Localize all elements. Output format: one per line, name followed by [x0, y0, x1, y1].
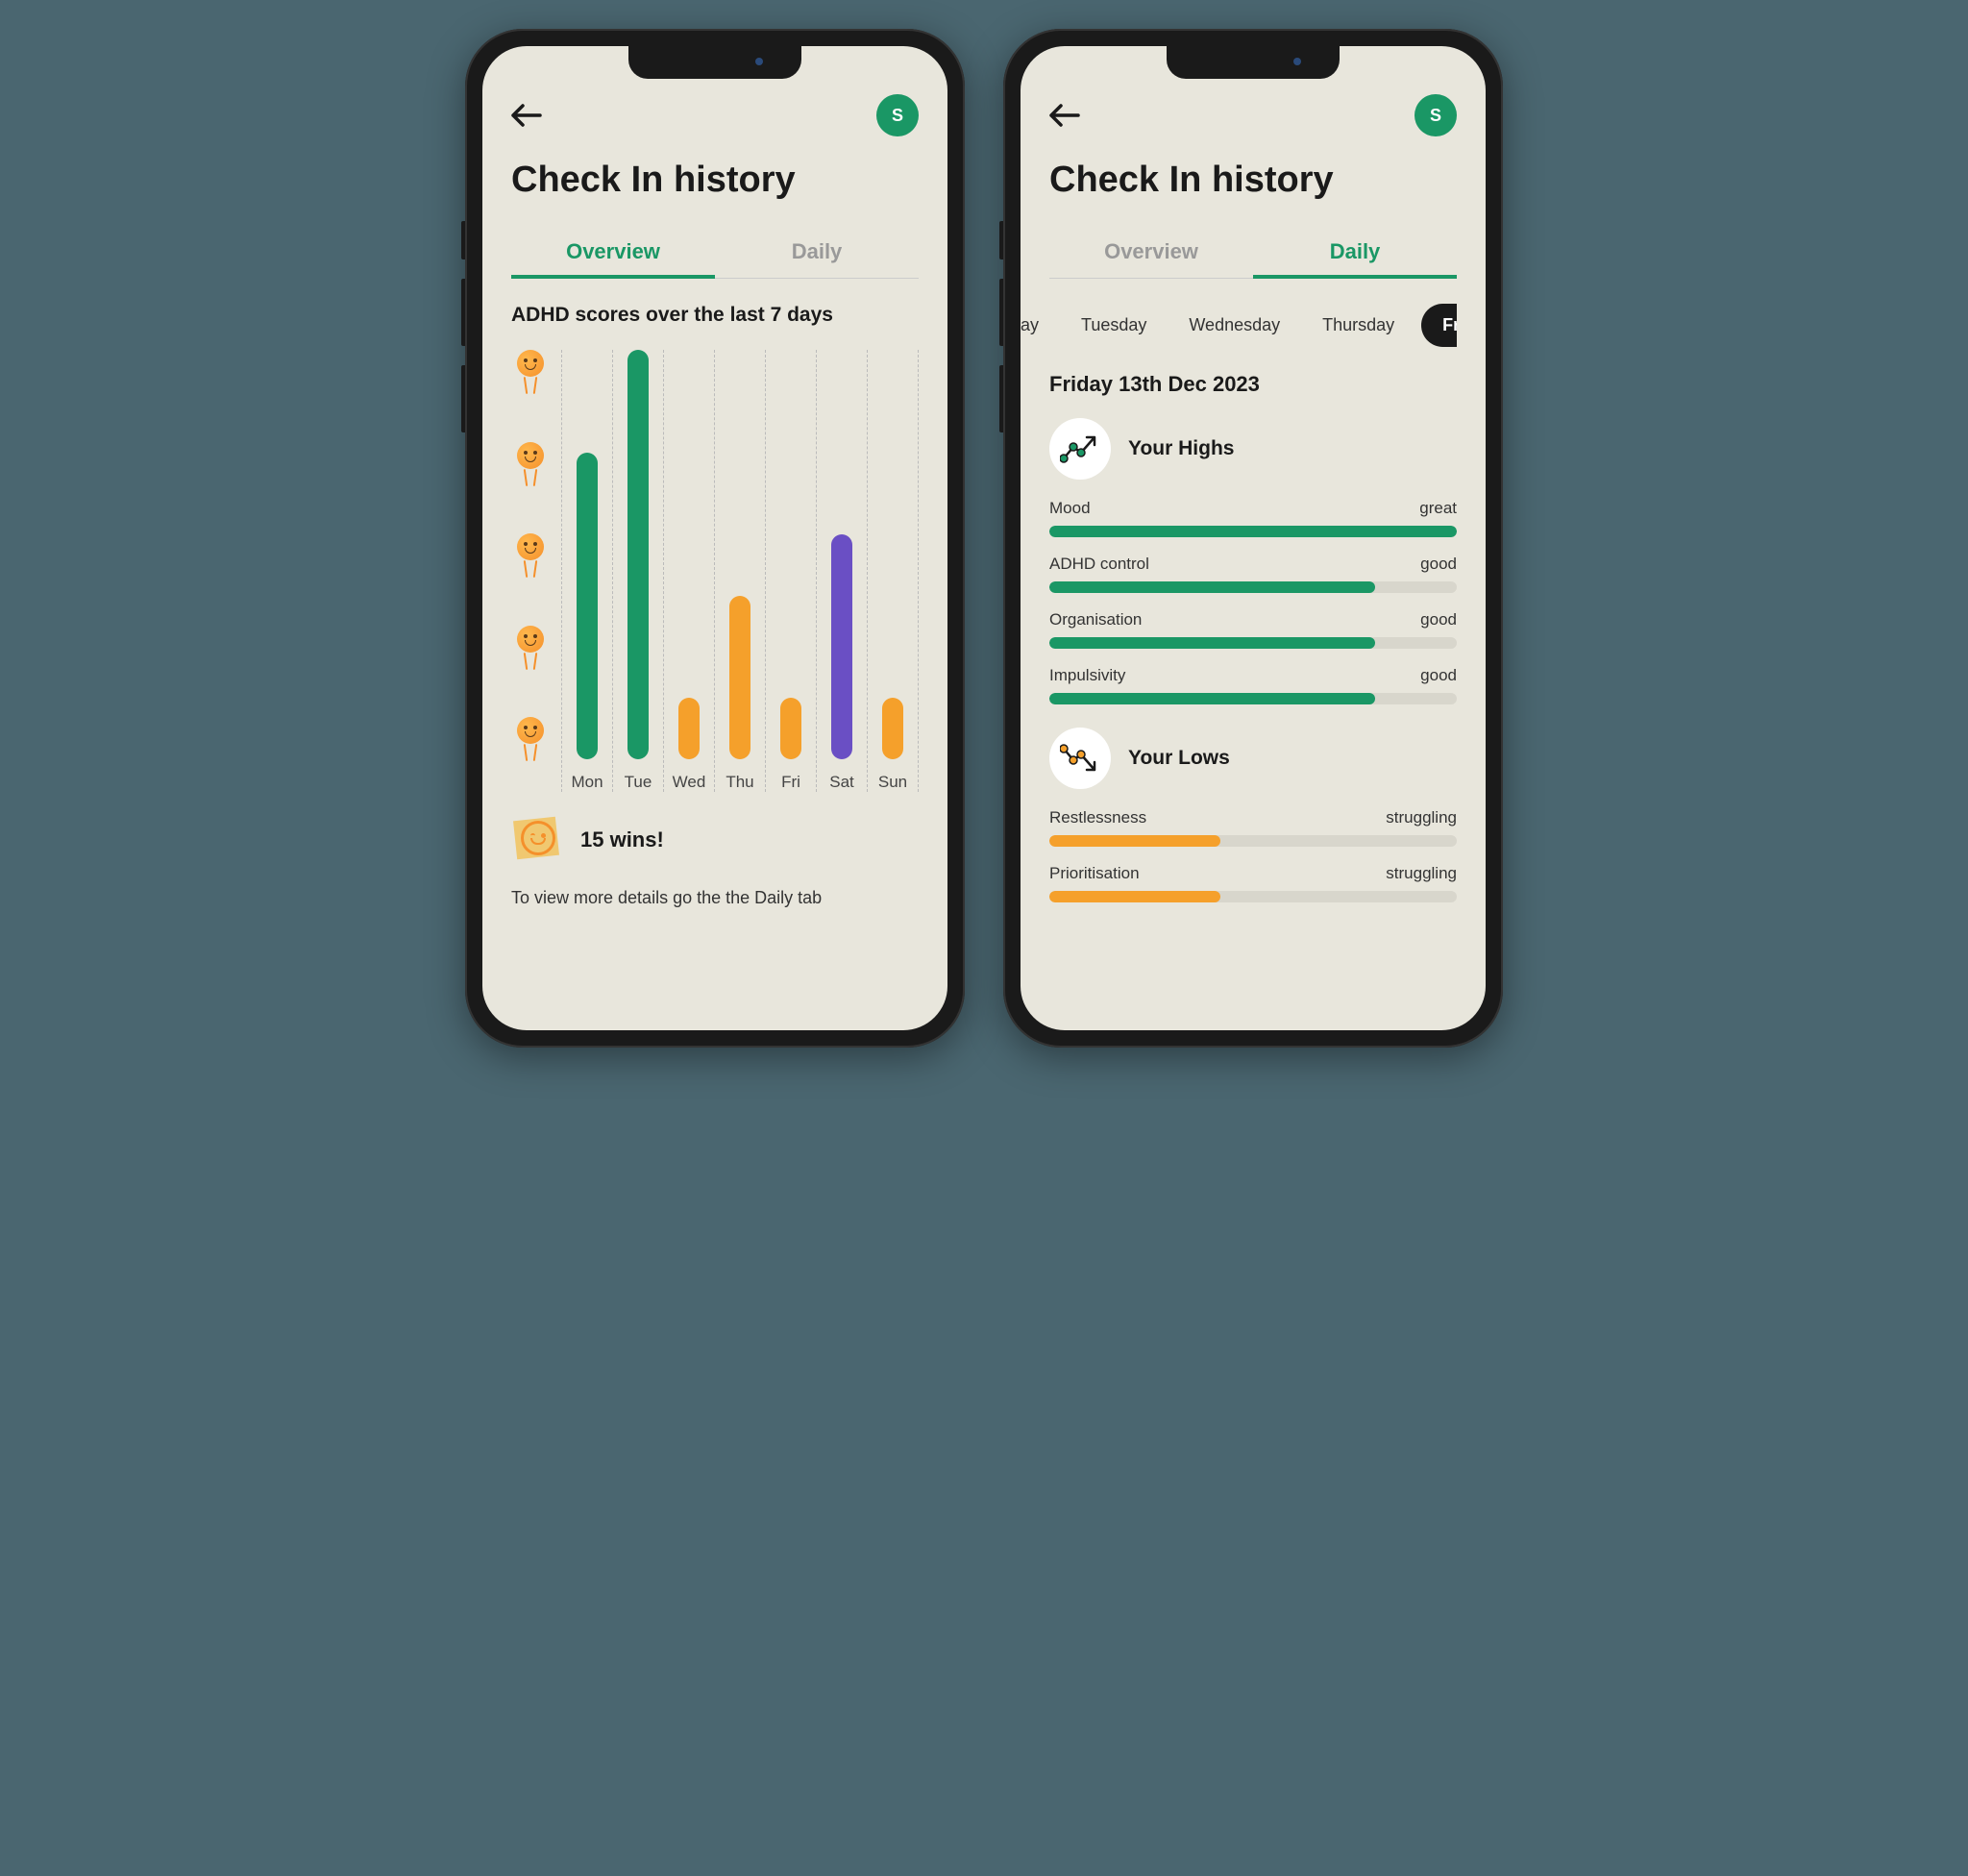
bar-label: Sun	[878, 765, 907, 792]
back-arrow-icon[interactable]	[511, 104, 542, 127]
avatar[interactable]: S	[1414, 94, 1457, 136]
bar	[678, 698, 700, 759]
mood-emoji-icon	[511, 442, 550, 488]
bar-label: Thu	[726, 765, 753, 792]
metric-row: Impulsivity good	[1049, 666, 1457, 704]
progress-fill	[1049, 581, 1375, 593]
tabs: Overview Daily	[511, 230, 919, 279]
metric-value: struggling	[1386, 808, 1457, 827]
bar-label: Tue	[625, 765, 652, 792]
header: S	[511, 94, 919, 136]
metric-name: ADHD control	[1049, 555, 1149, 574]
highs-list: Mood great ADHD control good Organisation goo…	[1049, 499, 1457, 704]
page-title: Check In history	[1049, 160, 1457, 201]
bar-label: Fri	[781, 765, 800, 792]
hint-text: To view more details go the the Daily ta…	[511, 888, 919, 908]
metric-name: Prioritisation	[1049, 864, 1140, 883]
metric-name: Restlessness	[1049, 808, 1146, 827]
metric-value: struggling	[1386, 864, 1457, 883]
phone-frame-overview: S Check In history Overview Daily ADHD s…	[465, 29, 965, 1048]
day-chip[interactable]: Wednesday	[1173, 306, 1295, 345]
day-chip[interactable]: Tuesday	[1066, 306, 1162, 345]
device-notch	[628, 46, 801, 79]
mood-emoji-icon	[511, 533, 550, 580]
page-title: Check In history	[511, 160, 919, 201]
progress-track	[1049, 835, 1457, 847]
phone-frame-daily: S Check In history Overview Daily ay Tues…	[1003, 29, 1503, 1048]
chart-bars: Mon Tue Wed Thu Fri Sat Sun	[561, 350, 919, 792]
progress-fill	[1049, 637, 1375, 649]
wins-row: 15 wins!	[511, 813, 919, 867]
progress-track	[1049, 637, 1457, 649]
bar	[831, 534, 852, 759]
metric-row: Mood great	[1049, 499, 1457, 537]
metric-row: Restlessness struggling	[1049, 808, 1457, 847]
bar	[882, 698, 903, 759]
progress-fill	[1049, 693, 1375, 704]
date-heading: Friday 13th Dec 2023	[1049, 372, 1457, 397]
lows-label: Your Lows	[1128, 747, 1230, 770]
lows-list: Restlessness struggling Prioritisation stru…	[1049, 808, 1457, 902]
progress-track	[1049, 891, 1457, 902]
bar	[627, 350, 649, 759]
metric-row: Prioritisation struggling	[1049, 864, 1457, 902]
metric-value: good	[1420, 666, 1457, 685]
metric-value: good	[1420, 555, 1457, 574]
bar-slot: Tue	[612, 350, 663, 792]
metric-row: Organisation good	[1049, 610, 1457, 649]
bar-slot: Thu	[714, 350, 765, 792]
progress-fill	[1049, 891, 1220, 902]
screen-daily: S Check In history Overview Daily ay Tues…	[1021, 46, 1486, 1030]
bar	[780, 698, 801, 759]
device-notch	[1167, 46, 1340, 79]
mood-emoji-icon	[511, 350, 550, 396]
tab-daily[interactable]: Daily	[715, 230, 919, 278]
trend-up-icon	[1049, 418, 1111, 480]
bar-chart: Mon Tue Wed Thu Fri Sat Sun	[511, 350, 919, 792]
lows-header: Your Lows	[1049, 728, 1457, 789]
tab-overview[interactable]: Overview	[511, 230, 715, 278]
tabs: Overview Daily	[1049, 230, 1457, 279]
day-chip[interactable]: Friday	[1421, 304, 1457, 347]
chart-title: ADHD scores over the last 7 days	[511, 304, 919, 327]
highs-label: Your Highs	[1128, 437, 1234, 460]
bar-slot: Mon	[561, 350, 612, 792]
metric-name: Impulsivity	[1049, 666, 1125, 685]
metric-value: great	[1419, 499, 1457, 518]
progress-track	[1049, 581, 1457, 593]
bar	[729, 596, 750, 759]
day-chip[interactable]: Thursday	[1307, 306, 1410, 345]
mood-emoji-icon	[511, 717, 550, 763]
metric-name: Organisation	[1049, 610, 1142, 629]
progress-track	[1049, 526, 1457, 537]
header: S	[1049, 94, 1457, 136]
bar-slot: Sat	[816, 350, 867, 792]
day-chip[interactable]: ay	[1021, 306, 1054, 345]
wins-count: 15 wins!	[580, 827, 664, 852]
chart-y-axis	[511, 350, 550, 792]
highs-header: Your Highs	[1049, 418, 1457, 480]
bar-label: Wed	[673, 765, 706, 792]
bar-slot: Sun	[867, 350, 919, 792]
metric-row: ADHD control good	[1049, 555, 1457, 593]
day-selector[interactable]: ay Tuesday Wednesday Thursday Friday	[1021, 304, 1457, 347]
metric-value: good	[1420, 610, 1457, 629]
bar-label: Mon	[571, 765, 603, 792]
back-arrow-icon[interactable]	[1049, 104, 1080, 127]
bar-slot: Wed	[663, 350, 714, 792]
bar	[577, 453, 598, 760]
progress-track	[1049, 693, 1457, 704]
mood-emoji-icon	[511, 626, 550, 672]
tab-daily[interactable]: Daily	[1253, 230, 1457, 278]
tab-overview[interactable]: Overview	[1049, 230, 1253, 278]
avatar[interactable]: S	[876, 94, 919, 136]
bar-slot: Fri	[765, 350, 816, 792]
sun-icon	[511, 813, 565, 867]
screen-overview: S Check In history Overview Daily ADHD s…	[482, 46, 947, 1030]
progress-fill	[1049, 835, 1220, 847]
metric-name: Mood	[1049, 499, 1091, 518]
bar-label: Sat	[829, 765, 854, 792]
progress-fill	[1049, 526, 1457, 537]
trend-down-icon	[1049, 728, 1111, 789]
